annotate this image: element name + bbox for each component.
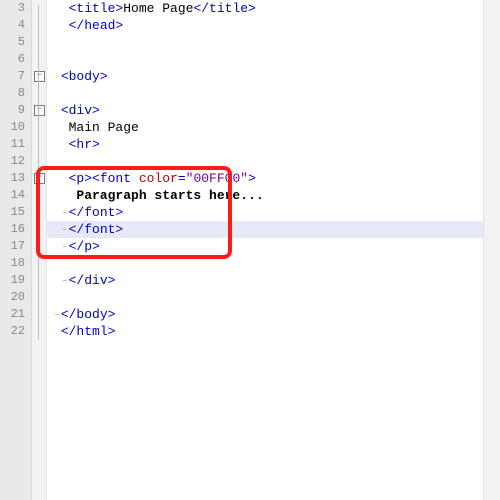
code-line[interactable] — [47, 255, 483, 272]
code-line[interactable]: </head> — [47, 17, 483, 34]
code-token: </div> — [69, 273, 116, 288]
code-line[interactable]: -</p> — [47, 238, 483, 255]
code-line[interactable]: <title>Home Page</title> — [47, 0, 483, 17]
code-token: <title> — [69, 1, 124, 16]
fold-column[interactable]: − − − — [32, 0, 47, 500]
line-number: 11 — [0, 136, 31, 153]
code-line[interactable]: -</body> — [47, 306, 483, 323]
line-number: 21 — [0, 306, 31, 323]
fold-toggle-icon[interactable]: − — [34, 105, 45, 116]
line-number: 19 — [0, 272, 31, 289]
code-token: </font> — [69, 205, 124, 220]
code-token: </body> — [61, 307, 116, 322]
line-number: 14 — [0, 187, 31, 204]
line-number-gutter: 345678910111213141516171819202122 — [0, 0, 32, 500]
code-token: > — [248, 171, 256, 186]
code-token: <hr> — [69, 137, 100, 152]
code-token: Home Page — [123, 1, 193, 16]
code-token: </title> — [193, 1, 255, 16]
code-token: <div> — [61, 103, 100, 118]
code-line[interactable]: <hr> — [47, 136, 483, 153]
line-number: 10 — [0, 119, 31, 136]
code-token: Paragraph starts here... — [76, 188, 263, 203]
code-token: <body> — [61, 69, 108, 84]
code-token: </head> — [69, 18, 124, 33]
code-line[interactable] — [47, 34, 483, 51]
fold-toggle-icon[interactable]: − — [34, 71, 45, 82]
code-token: <p><font — [69, 171, 139, 186]
code-line[interactable]: -</font> — [47, 204, 483, 221]
code-line[interactable]: <p><font color="00FF00"> — [47, 170, 483, 187]
line-number: 13 — [0, 170, 31, 187]
code-line[interactable] — [47, 153, 483, 170]
line-number: 8 — [0, 85, 31, 102]
line-number: 18 — [0, 255, 31, 272]
code-line[interactable]: -</font> — [47, 221, 483, 238]
line-number: 15 — [0, 204, 31, 221]
code-token: </html> — [61, 324, 116, 339]
code-line[interactable] — [47, 289, 483, 306]
line-number: 12 — [0, 153, 31, 170]
fold-toggle-icon[interactable]: − — [34, 173, 45, 184]
code-area[interactable]: <title>Home Page</title> </head> <body> … — [47, 0, 483, 500]
code-line[interactable]: <div> — [47, 102, 483, 119]
code-token: Main Page — [69, 120, 139, 135]
code-line[interactable]: Main Page — [47, 119, 483, 136]
line-number: 6 — [0, 51, 31, 68]
code-line[interactable]: <body> — [47, 68, 483, 85]
line-number: 7 — [0, 68, 31, 85]
code-line[interactable]: </html> — [47, 323, 483, 340]
code-token: </p> — [69, 239, 100, 254]
code-line[interactable] — [47, 51, 483, 68]
code-token: </font> — [69, 222, 124, 237]
line-number: 16 — [0, 221, 31, 238]
code-line[interactable]: Paragraph starts here... — [47, 187, 483, 204]
code-token: = — [178, 171, 186, 186]
line-number: 9 — [0, 102, 31, 119]
line-number: 3 — [0, 0, 31, 17]
line-number: 20 — [0, 289, 31, 306]
code-token: color — [139, 171, 178, 186]
line-number: 17 — [0, 238, 31, 255]
line-number: 5 — [0, 34, 31, 51]
code-token: "00FF00" — [186, 171, 248, 186]
code-line[interactable]: -</div> — [47, 272, 483, 289]
code-line[interactable] — [47, 85, 483, 102]
code-editor[interactable]: 345678910111213141516171819202122 − − − <t… — [0, 0, 500, 500]
scrollbar-track[interactable] — [483, 0, 500, 500]
line-number: 22 — [0, 323, 31, 340]
line-number: 4 — [0, 17, 31, 34]
